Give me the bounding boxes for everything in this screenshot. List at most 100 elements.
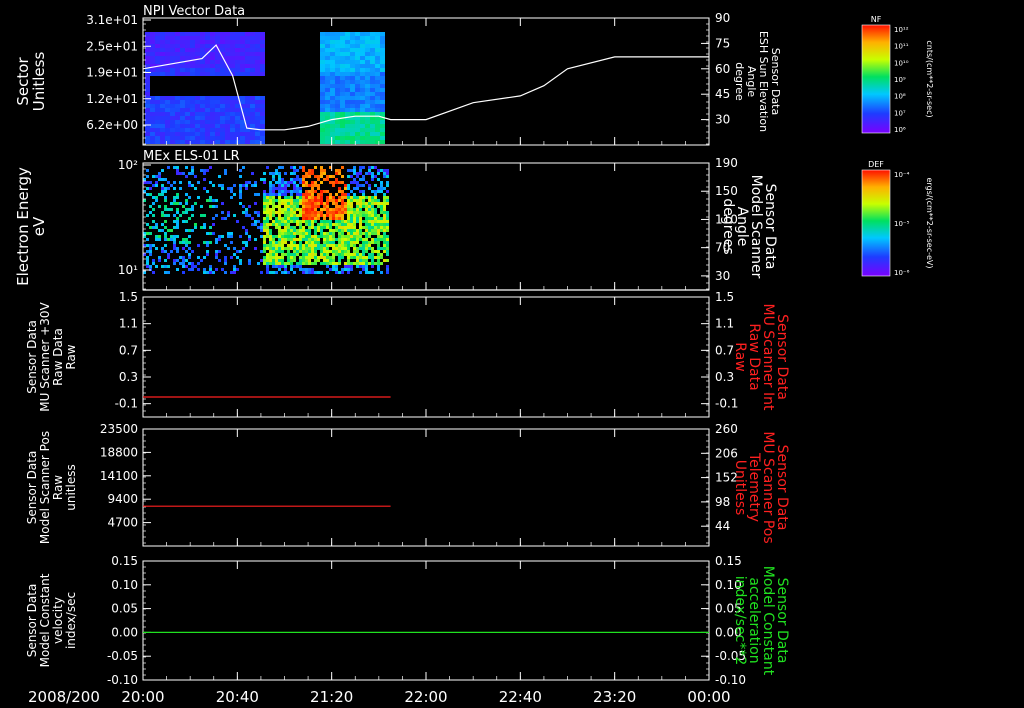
spectrogram-cell <box>302 232 305 235</box>
spectrogram-cell <box>281 184 284 187</box>
spectrogram-cell <box>320 193 323 196</box>
spectrogram-cell <box>215 241 218 244</box>
spectrogram-cell <box>368 166 371 169</box>
spectrogram-cell <box>383 175 386 178</box>
spectrogram-cell <box>314 226 317 229</box>
spectrogram-cell <box>386 202 389 205</box>
spectrogram-cell <box>260 100 265 104</box>
spectrogram-cell <box>344 205 347 208</box>
colorbar-tick-label: 10⁹ <box>894 76 906 84</box>
spectrogram-cell <box>356 214 359 217</box>
spectrogram-cell <box>320 202 323 205</box>
spectrogram-cell <box>227 187 230 190</box>
spectrogram-cell <box>149 250 152 253</box>
spectrogram-cell <box>190 44 195 48</box>
spectrogram-cell <box>284 184 287 187</box>
spectrogram-cell <box>175 44 180 48</box>
spectrogram-cell <box>215 199 218 202</box>
spectrogram-cell <box>146 262 149 265</box>
spectrogram-cell <box>164 199 167 202</box>
spectrogram-cell <box>176 169 179 172</box>
spectrogram-cell <box>350 244 353 247</box>
spectrogram-cell <box>190 64 195 68</box>
spectrogram-cell <box>365 112 370 116</box>
spectrogram-cell <box>160 44 165 48</box>
spectrogram-cell <box>374 202 377 205</box>
spectrogram-cell <box>365 124 370 128</box>
spectrogram-cell <box>185 199 188 202</box>
spectrogram-cell <box>359 169 362 172</box>
spectrogram-cell <box>356 259 359 262</box>
spectrogram-cell <box>329 244 332 247</box>
spectrogram-cell <box>145 116 150 120</box>
spectrogram-cell <box>209 241 212 244</box>
spectrogram-cell <box>345 52 350 56</box>
spectrogram-cell <box>185 32 190 36</box>
spectrogram-cell <box>175 132 180 136</box>
spectrogram-cell <box>185 229 188 232</box>
spectrogram-cell <box>326 202 329 205</box>
spectrogram-cell <box>314 196 317 199</box>
spectrogram-cell <box>344 268 347 271</box>
spectrogram-cell <box>350 76 355 80</box>
spectrogram-cell <box>200 44 205 48</box>
spectrogram-cell <box>311 256 314 259</box>
spectrogram-cell <box>329 256 332 259</box>
spectrogram-cell <box>368 217 371 220</box>
spectrogram-cell <box>320 60 325 64</box>
spectrogram-cell <box>195 132 200 136</box>
spectrogram-cell <box>365 202 368 205</box>
spectrogram-cell <box>293 208 296 211</box>
spectrogram-cell <box>362 178 365 181</box>
spectrogram-cell <box>370 76 375 80</box>
spectrogram-cell <box>161 211 164 214</box>
spectrogram-cell <box>380 84 385 88</box>
spectrogram-cell <box>305 211 308 214</box>
spectrogram-cell <box>341 211 344 214</box>
spectrogram-cell <box>205 56 210 60</box>
spectrogram-cell <box>353 250 356 253</box>
spectrogram-cell <box>335 262 338 265</box>
spectrogram-cell <box>340 48 345 52</box>
spectrogram-cell <box>245 64 250 68</box>
spectrogram-cell <box>374 226 377 229</box>
spectrogram-cell <box>290 181 293 184</box>
spectrogram-cell <box>255 52 260 56</box>
spectrogram-cell <box>194 202 197 205</box>
spectrogram-cell <box>332 247 335 250</box>
spectrogram-cell <box>272 244 275 247</box>
spectrogram-cell <box>377 226 380 229</box>
spectrogram-cell <box>323 226 326 229</box>
spectrogram-cell <box>170 120 175 124</box>
spectrogram-cell <box>353 214 356 217</box>
spectrogram-cell <box>254 220 257 223</box>
spectrogram-cell <box>332 181 335 184</box>
spectrogram-cell <box>179 214 182 217</box>
spectrogram-cell <box>260 32 265 36</box>
spectrogram-cell <box>314 166 317 169</box>
spectrogram-cell <box>330 120 335 124</box>
spectrogram-cell <box>235 52 240 56</box>
spectrogram-cell <box>355 96 360 100</box>
spectrogram-cell <box>284 268 287 271</box>
spectrogram-cell <box>345 56 350 60</box>
spectrogram-cell <box>293 181 296 184</box>
spectrogram-cell <box>386 268 389 271</box>
spectrogram-cell <box>225 124 230 128</box>
spectrogram-cell <box>235 120 240 124</box>
spectrogram-cell <box>240 132 245 136</box>
spectrogram-cell <box>170 229 173 232</box>
spectrogram-cell <box>340 72 345 76</box>
spectrogram-cell <box>350 44 355 48</box>
spectrogram-cell <box>340 52 345 56</box>
spectrogram-cell <box>287 190 290 193</box>
spectrogram-cell <box>338 244 341 247</box>
spectrogram-cell <box>254 193 257 196</box>
x-tick-label: 20:40 <box>216 688 259 706</box>
spectrogram-cell <box>255 32 260 36</box>
spectrogram-cell <box>344 184 347 187</box>
spectrogram-cell <box>371 265 374 268</box>
spectrogram-cell <box>341 205 344 208</box>
spectrogram-cell <box>278 235 281 238</box>
y2-tick-label: 60 <box>715 62 730 76</box>
